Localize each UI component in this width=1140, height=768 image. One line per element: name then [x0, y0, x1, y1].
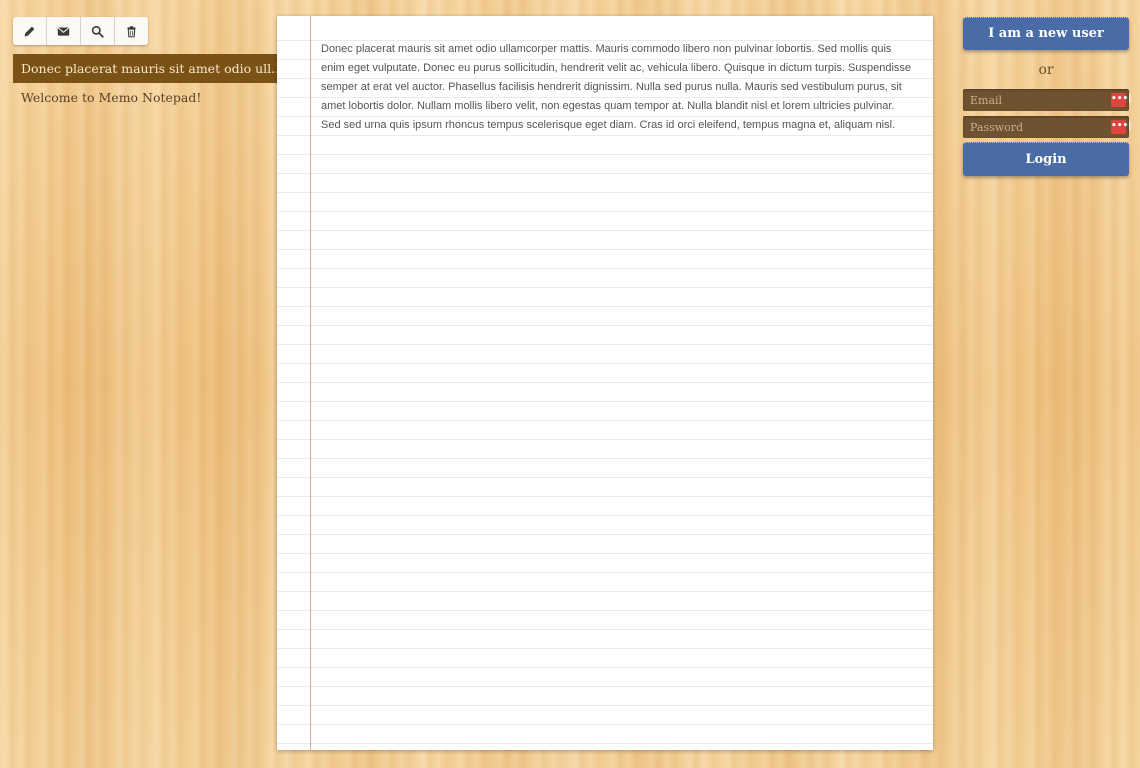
delete-note-button[interactable] [115, 17, 148, 45]
toolbar [13, 17, 148, 45]
email-input[interactable] [963, 89, 1110, 111]
list-item[interactable]: Welcome to Memo Notepad! [13, 83, 277, 112]
email-note-button[interactable] [47, 17, 81, 45]
email-field[interactable]: •••| [963, 89, 1132, 111]
paper-margin-line [310, 16, 311, 750]
notes-list: Donec placerat mauris sit amet odio ull.… [13, 54, 277, 112]
note-editor[interactable]: Donec placerat mauris sit amet odio ulla… [277, 16, 933, 750]
list-item[interactable]: Donec placerat mauris sit amet odio ull.… [13, 54, 277, 83]
note-text[interactable]: Donec placerat mauris sit amet odio ulla… [321, 40, 917, 135]
login-button[interactable]: Login [963, 142, 1129, 176]
new-user-button[interactable]: I am a new user [963, 17, 1129, 50]
trash-icon [127, 25, 136, 37]
password-input[interactable] [963, 116, 1110, 138]
password-manager-icon[interactable]: •••| [1111, 120, 1132, 134]
search-icon [91, 25, 104, 38]
new-note-button[interactable] [13, 17, 47, 45]
search-button[interactable] [81, 17, 115, 45]
password-field[interactable]: •••| [963, 116, 1132, 138]
or-separator: or [1038, 62, 1054, 78]
password-manager-icon[interactable]: •••| [1111, 93, 1132, 107]
pencil-icon [24, 26, 35, 36]
envelope-icon [57, 26, 70, 36]
